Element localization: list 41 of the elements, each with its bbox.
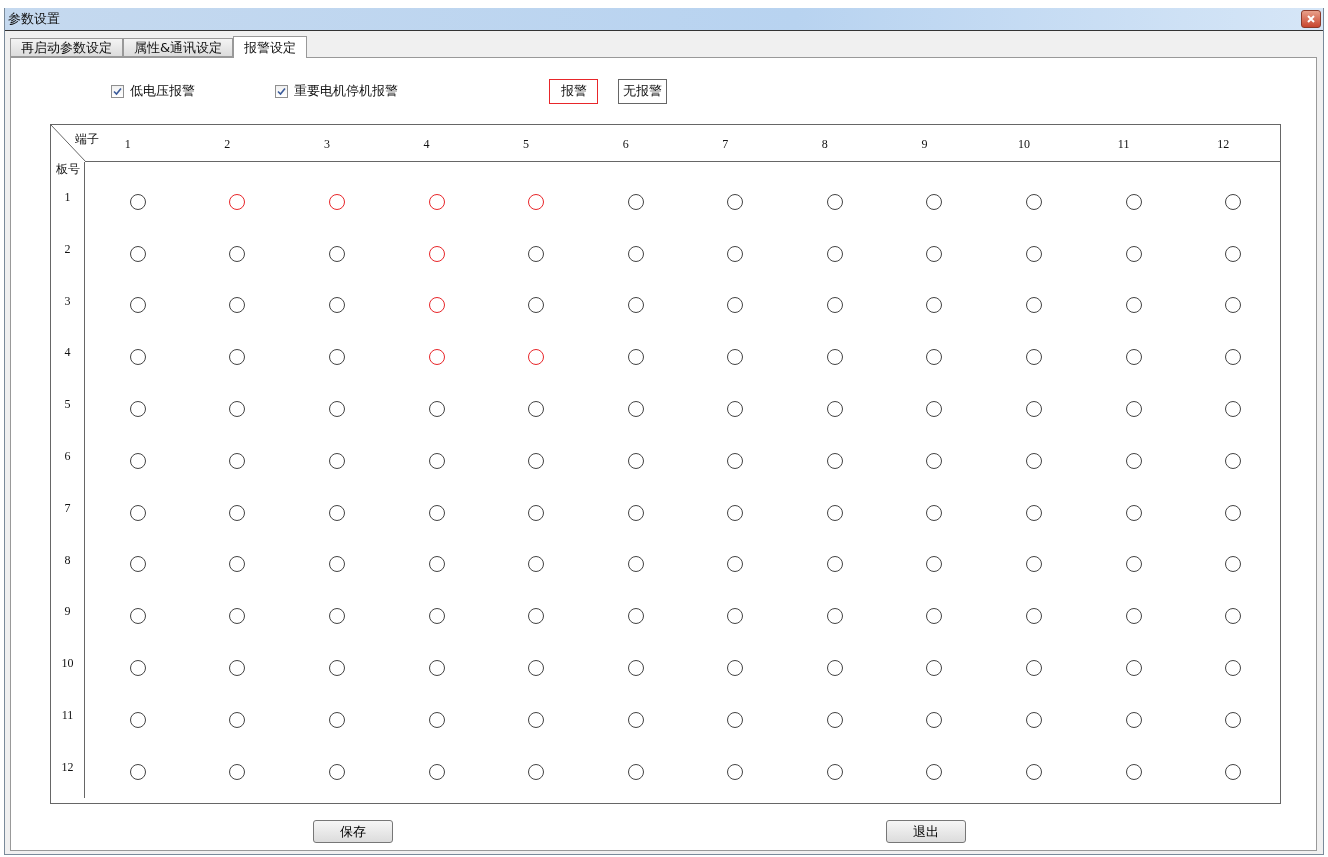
close-button[interactable] xyxy=(1301,10,1321,28)
window-title: 参数设置 xyxy=(8,10,60,28)
header-label: 端子 xyxy=(75,131,99,148)
column-header: 2 xyxy=(224,137,231,152)
row-header: 12 xyxy=(61,759,74,774)
row-header: 5 xyxy=(64,397,71,412)
checkbox-label: 低电压报警 xyxy=(130,82,195,100)
tab[interactable]: 报警设定 xyxy=(233,36,308,58)
row-header: 1 xyxy=(64,190,71,204)
checkbox-label: 重要电机停机报警 xyxy=(294,82,398,100)
dialog-button[interactable]: 退出 xyxy=(886,820,966,843)
column-header: 1 xyxy=(124,137,131,152)
close-icon xyxy=(1307,15,1315,23)
row-header: 8 xyxy=(64,552,71,567)
row-header: 11 xyxy=(61,707,74,722)
column-header: 8 xyxy=(821,137,828,152)
alarm-indicator[interactable] xyxy=(528,349,545,366)
checkbox[interactable] xyxy=(111,84,124,98)
tab[interactable]: 再启动参数设定 xyxy=(10,38,123,57)
column-header: 5 xyxy=(523,137,530,152)
row-header: 2 xyxy=(64,241,71,256)
column-header: 9 xyxy=(921,137,928,152)
row-header: 4 xyxy=(64,345,71,360)
row-header: 7 xyxy=(64,500,71,515)
column-header: 10 xyxy=(1018,137,1031,152)
column-header: 7 xyxy=(722,137,729,152)
row-header: 10 xyxy=(61,656,74,671)
tab[interactable]: 属性&通讯设定 xyxy=(123,38,234,57)
column-header: 6 xyxy=(622,137,629,152)
legend-label: 无报警 xyxy=(618,78,667,104)
row-header: 3 xyxy=(64,293,71,308)
row-header: 9 xyxy=(64,604,71,619)
legend-label: 报警 xyxy=(549,78,598,104)
checkbox[interactable] xyxy=(275,84,288,98)
column-header: 11 xyxy=(1117,137,1130,152)
dialog-button[interactable]: 保存 xyxy=(313,820,393,843)
row-header: 6 xyxy=(64,449,71,463)
header-label: 板号 xyxy=(55,162,80,176)
column-header: 12 xyxy=(1217,137,1230,152)
column-header: 4 xyxy=(423,137,430,152)
column-header: 3 xyxy=(323,137,330,152)
